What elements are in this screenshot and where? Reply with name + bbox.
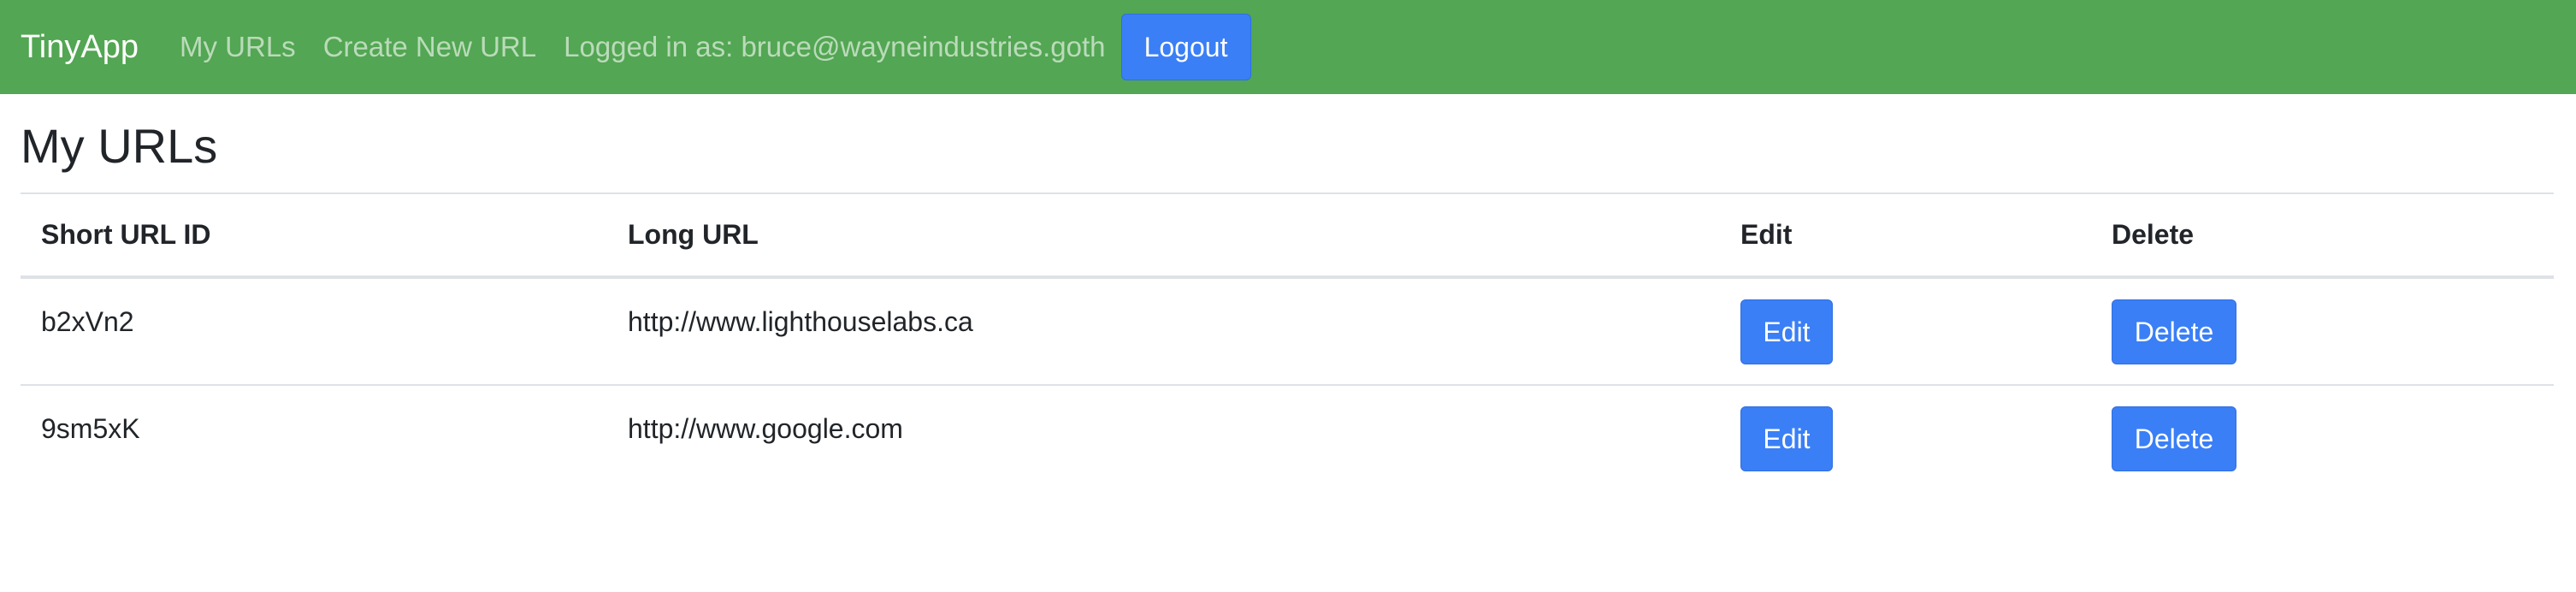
page-title: My URLs bbox=[21, 119, 218, 173]
header-long-url: Long URL bbox=[607, 192, 1720, 279]
short-url-id-cell: b2xVn2 bbox=[21, 277, 607, 386]
edit-cell: Edit bbox=[1720, 277, 2091, 386]
edit-cell: Edit bbox=[1720, 385, 2091, 493]
nav-link-create-new-url[interactable]: Create New URL bbox=[323, 31, 536, 63]
top-navbar: TinyApp My URLs Create New URL Logged in… bbox=[0, 0, 2576, 94]
long-url-cell: http://www.google.com bbox=[628, 413, 903, 444]
edit-button[interactable]: Edit bbox=[1740, 406, 1833, 471]
delete-cell: Delete bbox=[2091, 277, 2554, 386]
table-header-row: Short URL ID Long URL Edit Delete bbox=[21, 192, 2554, 279]
short-url-id-cell: 9sm5xK bbox=[41, 413, 140, 444]
delete-button[interactable]: Delete bbox=[2112, 406, 2236, 471]
table-row: 9sm5xK http://www.google.com Edit Delete bbox=[21, 385, 2554, 493]
nav-link-my-urls[interactable]: My URLs bbox=[180, 31, 296, 63]
table-row: b2xVn2 http://www.lighthouselabs.ca Edit… bbox=[21, 277, 2554, 386]
logged-in-status: Logged in as: bruce@wayneindustries.goth bbox=[564, 31, 1106, 62]
long-url-cell: http://www.lighthouselabs.ca bbox=[607, 277, 1720, 386]
delete-cell: Delete bbox=[2091, 385, 2554, 493]
header-edit: Edit bbox=[1720, 192, 2091, 279]
logout-button[interactable]: Logout bbox=[1120, 14, 1251, 80]
header-delete: Delete bbox=[2091, 192, 2554, 279]
delete-button[interactable]: Delete bbox=[2112, 299, 2236, 364]
header-short-url-id: Short URL ID bbox=[21, 192, 607, 279]
edit-button[interactable]: Edit bbox=[1740, 299, 1833, 364]
urls-table: Short URL ID Long URL Edit Delete b2xVn2… bbox=[21, 192, 2554, 493]
brand-link[interactable]: TinyApp bbox=[21, 29, 139, 66]
